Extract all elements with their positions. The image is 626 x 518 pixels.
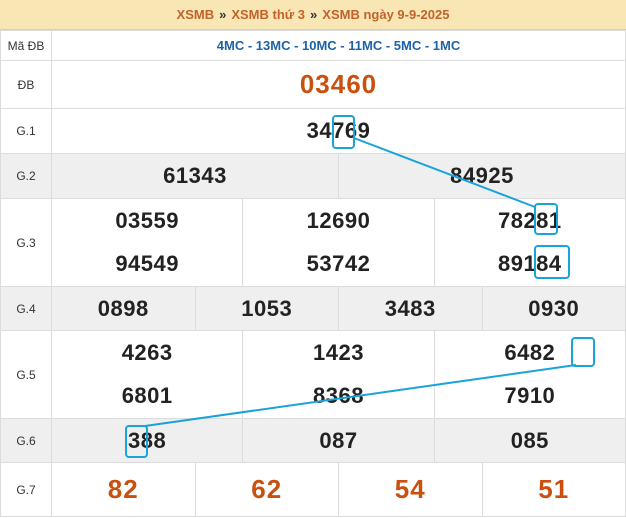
lottery-result-board: XSMB » XSMB thứ 3 » XSMB ngày 9-9-2025 M… bbox=[0, 0, 626, 518]
g6-number: 388 bbox=[128, 427, 167, 453]
row-special-codes: Mã ĐB 4MC - 13MC - 10MC - 11MC - 5MC - 1… bbox=[0, 30, 626, 61]
g5-number: 8368 bbox=[313, 383, 364, 409]
g7-number: 54 bbox=[394, 474, 426, 504]
label-g7: G.7 bbox=[0, 462, 52, 517]
g6-number: 085 bbox=[510, 427, 549, 453]
g2-number: 61343 bbox=[163, 163, 227, 188]
breadcrumb-xsmb-tuesday[interactable]: XSMB thứ 3 bbox=[231, 7, 305, 22]
g5-number: 4263 bbox=[121, 339, 173, 365]
label-db: ĐB bbox=[0, 60, 52, 109]
g7-cell: 82 62 54 51 bbox=[51, 462, 626, 517]
results-table: Mã ĐB 4MC - 13MC - 10MC - 11MC - 5MC - 1… bbox=[0, 30, 626, 517]
label-special-code: Mã ĐB bbox=[0, 30, 52, 61]
g4-number: 1053 bbox=[241, 295, 293, 321]
row-g7: G.7 82 62 54 51 bbox=[0, 462, 626, 517]
g4-number: 0898 bbox=[97, 295, 149, 321]
row-g6: G.6 388 087 085 bbox=[0, 418, 626, 463]
special-prize-number: 03460 bbox=[299, 69, 378, 99]
g1-cell: 34769 bbox=[51, 108, 626, 154]
g5-cell: 4263 6801 1423 8368 6482 7910 bbox=[51, 330, 626, 419]
breadcrumb-xsmb[interactable]: XSMB bbox=[177, 7, 215, 22]
row-g1: G.1 34769 bbox=[0, 108, 626, 154]
breadcrumb-separator: » bbox=[310, 7, 318, 22]
g4-cell: 0898 1053 3483 0930 bbox=[51, 286, 626, 331]
g5-number: 1423 bbox=[313, 339, 364, 365]
g3-number: 89184 bbox=[497, 251, 562, 277]
g6-number: 087 bbox=[319, 427, 358, 453]
g5-number: 7910 bbox=[504, 383, 556, 409]
g2-number: 84925 bbox=[450, 163, 514, 188]
g7-number: 82 bbox=[107, 474, 139, 504]
label-g6: G.6 bbox=[0, 418, 52, 463]
breadcrumb-separator: » bbox=[219, 7, 227, 22]
row-g2: G.2 61343 84925 bbox=[0, 153, 626, 199]
label-g4: G.4 bbox=[0, 286, 52, 331]
special-prize-cell: 03460 bbox=[51, 60, 626, 109]
g5-number: 6482 bbox=[504, 339, 556, 365]
label-g1: G.1 bbox=[0, 108, 52, 154]
g4-number: 0930 bbox=[528, 295, 580, 321]
g6-cell: 388 087 085 bbox=[51, 418, 626, 463]
g3-cell: 03559 94549 12690 53742 78281 89184 bbox=[51, 198, 626, 287]
g1-number: 34769 bbox=[306, 118, 371, 143]
g3-number: 53742 bbox=[306, 251, 371, 277]
breadcrumb-xsmb-date[interactable]: XSMB ngày 9-9-2025 bbox=[322, 7, 449, 22]
g3-number: 03559 bbox=[115, 207, 179, 233]
g2-cell: 61343 84925 bbox=[51, 153, 626, 199]
g3-number: 78281 bbox=[497, 207, 562, 233]
label-g2: G.2 bbox=[0, 153, 52, 199]
row-g4: G.4 0898 1053 3483 0930 bbox=[0, 286, 626, 331]
g3-number: 12690 bbox=[306, 207, 371, 233]
row-g5: G.5 4263 6801 1423 8368 6482 7910 bbox=[0, 330, 626, 419]
g7-number: 51 bbox=[538, 474, 570, 504]
g4-number: 3483 bbox=[384, 295, 436, 321]
row-special-prize: ĐB 03460 bbox=[0, 60, 626, 109]
label-g5: G.5 bbox=[0, 330, 52, 419]
g7-number: 62 bbox=[251, 474, 283, 504]
g3-number: 94549 bbox=[115, 251, 179, 277]
g5-number: 6801 bbox=[121, 383, 173, 409]
label-g3: G.3 bbox=[0, 198, 52, 287]
breadcrumb: XSMB » XSMB thứ 3 » XSMB ngày 9-9-2025 bbox=[0, 0, 626, 30]
special-codes: 4MC - 13MC - 10MC - 11MC - 5MC - 1MC bbox=[51, 30, 626, 61]
row-g3: G.3 03559 94549 12690 53742 78281 89184 bbox=[0, 198, 626, 287]
